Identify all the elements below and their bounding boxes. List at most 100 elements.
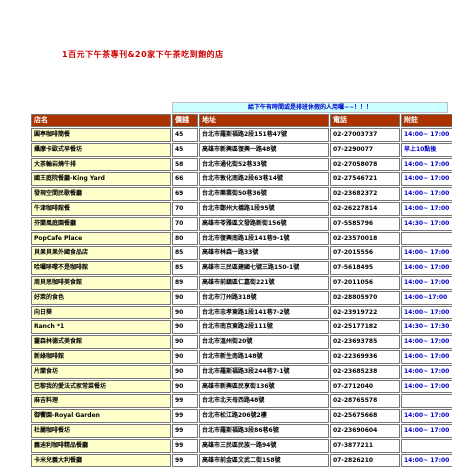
note-cell: 14:00~ 17:00 <box>401 128 452 142</box>
phone-cell: 02-27003737 <box>330 128 400 142</box>
note-cell: 14:00~ 17:00 <box>401 201 452 216</box>
shop-name-cell: 新綠咖啡館 <box>31 349 171 364</box>
table-row: 牛津咖啡館餐 70 台北市鄭州大橋路1段95號 02-26227814 14:00~ 1… <box>31 201 452 216</box>
shop-name-cell: 靈森林德式美食館 <box>31 335 171 349</box>
phone-cell: 07-2011056 <box>330 275 400 290</box>
phone-cell: 02-23919722 <box>330 305 400 320</box>
table-row: 巴黎我的愛法式家常菜餐坊 90 高雄市新興區民享街136號 07-2712040 14:… <box>31 379 452 394</box>
note-cell: 14:00~ 17:00 <box>401 305 452 320</box>
phone-cell: 07-5585796 <box>330 216 400 231</box>
note-cell <box>401 394 452 409</box>
shop-name-cell: 牛津咖啡館餐 <box>31 201 171 216</box>
header-address: 地址 <box>199 114 329 127</box>
header-name: 店名 <box>31 114 171 127</box>
price-cell: 85 <box>172 246 198 261</box>
address-cell: 高雄市前金區文武二街158號 <box>199 453 329 468</box>
price-cell: 70 <box>172 216 198 231</box>
note-cell: 14:00~ 17:00 <box>401 157 452 172</box>
table-row: 芬蘭風庭園餐廳 70 高雄市苓雅區文發路新街156號 07-5585796 14:30~… <box>31 216 452 231</box>
table-row: 發現空間民歌餐廳 69 台北市樂業街50巷36號 02-23682372 14:00~ … <box>31 187 452 201</box>
phone-cell: 07-2712040 <box>330 379 400 394</box>
shop-name-cell: 御饗園-Royal Garden <box>31 409 171 423</box>
price-cell: 90 <box>172 305 198 320</box>
shop-name-cell: 片蘭食坊 <box>31 364 171 379</box>
price-cell: 58 <box>172 157 198 172</box>
phone-cell: 02-23685238 <box>330 364 400 379</box>
price-cell: 89 <box>172 275 198 290</box>
note-cell: 14:00~ 17:00 <box>401 364 452 379</box>
phone-cell: 02-27058078 <box>330 157 400 172</box>
shop-name-cell: 杜麗咖啡餐坊 <box>31 423 171 438</box>
price-cell: 99 <box>172 453 198 468</box>
phone-cell: 02-23693785 <box>330 335 400 349</box>
phone-cell: 02-23690604 <box>330 423 400 438</box>
table-row: 哈囉哆嚟不是咖啡館 85 高雄市三民區建國七號三路150-1號 07-5618495 1… <box>31 261 452 275</box>
price-cell: 99 <box>172 409 198 423</box>
shop-name-cell: 貝果貝果外國食品店 <box>31 246 171 261</box>
shop-name-cell: 向日葵 <box>31 305 171 320</box>
price-cell: 80 <box>172 231 198 246</box>
shop-name-cell: 攝摩卡歐式早餐坊 <box>31 142 171 157</box>
phone-cell: 02-25177182 <box>330 320 400 335</box>
shop-name-cell: Ranch *1 <box>31 320 171 335</box>
shop-name-cell: 好萊的食色 <box>31 290 171 305</box>
price-cell: 90 <box>172 335 198 349</box>
price-cell: 99 <box>172 423 198 438</box>
price-cell: 90 <box>172 349 198 364</box>
phone-cell: 02-25675668 <box>330 409 400 423</box>
table-body: 圓亭咖啡簡餐 45 台北市羅斯福路2段151巷47號 02-27003737 14:00… <box>31 128 452 468</box>
shop-name-cell: 圓亭咖啡簡餐 <box>31 128 171 142</box>
address-cell: 台北市羅斯福路3段86巷6號 <box>199 423 329 438</box>
phone-cell: 02-27546721 <box>330 172 400 187</box>
note-cell: 14:00~17:00 <box>401 290 452 305</box>
price-cell: 69 <box>172 187 198 201</box>
address-cell: 台北市羅斯福路2段151巷47號 <box>199 128 329 142</box>
note-cell: 14:00~ 17:00 <box>401 275 452 290</box>
table-row: 好萊的食色 90 台北市汀州路318號 02-28805970 14:00~17:00 <box>31 290 452 305</box>
note-cell: 14:30~ 17:30 <box>401 320 452 335</box>
address-cell: 台北市忠孝東路1段141巷7-2號 <box>199 305 329 320</box>
note-cell: 14:00~ 17:00 <box>401 335 452 349</box>
address-cell: 高雄市三民區建國七號三路150-1號 <box>199 261 329 275</box>
address-cell: 高雄市前鎮區仁嘉街221號 <box>199 275 329 290</box>
note-cell <box>401 231 452 246</box>
shop-name-cell: 芬蘭風庭園餐廳 <box>31 216 171 231</box>
note-cell: 14:00~ 17:00 <box>401 409 452 423</box>
note-cell: 14:00~ 17:00 <box>401 453 452 468</box>
address-cell: 台北市樂業街50巷36號 <box>199 187 329 201</box>
address-cell: 高雄市新興區民享街136號 <box>199 379 329 394</box>
table-row: 卡米兒義大利餐廳 99 高雄市前金區文武二街158號 07-2826210 14:00~… <box>31 453 452 468</box>
note-cell: 14:00~ 17:00 <box>401 187 452 201</box>
note-cell <box>401 438 452 453</box>
table-row: Ranch *1 90 台北市南京東路2段111號 02-25177182 14:30~… <box>31 320 452 335</box>
note-cell: 14:00~ 17:00 <box>401 349 452 364</box>
note-cell: 14:30~ 17:00 <box>401 216 452 231</box>
header-note: 附註 <box>401 114 452 127</box>
price-cell: 70 <box>172 201 198 216</box>
table-row: 御饗園-Royal Garden 99 台北市松江路206號2樓 02-2567566… <box>31 409 452 423</box>
shop-name-cell: 發現空間民歌餐廳 <box>31 187 171 201</box>
table-row: 周貝思咖啡美食館 89 高雄市前鎮區仁嘉街221號 07-2011056 14:00~ … <box>31 275 452 290</box>
price-cell: 90 <box>172 364 198 379</box>
shop-name-cell: 周貝思咖啡美食館 <box>31 275 171 290</box>
price-cell: 85 <box>172 261 198 275</box>
shop-name-cell: 巴黎我的愛法式家常菜餐坊 <box>31 379 171 394</box>
price-cell: 66 <box>172 172 198 187</box>
shop-name-cell: 哈囉哆嚟不是咖啡館 <box>31 261 171 275</box>
table-row: 貝果貝果外國食品店 85 高雄市林森一路33號 07-2015556 14:00~ 17… <box>31 246 452 261</box>
phone-cell: 02-26227814 <box>330 201 400 216</box>
price-cell: 90 <box>172 379 198 394</box>
shop-name-cell: 國王庭院餐廳-King Yard <box>31 172 171 187</box>
address-cell: 台北市新生南路148號 <box>199 349 329 364</box>
phone-cell: 07-2290077 <box>330 142 400 157</box>
price-cell: 99 <box>172 438 198 453</box>
phone-cell: 02-22369936 <box>330 349 400 364</box>
note-cell: 14:00~ 17:00 <box>401 379 452 394</box>
table-row: 片蘭食坊 90 台北市羅斯福路3段244巷7-1號 02-23685238 14:00~… <box>31 364 452 379</box>
shop-table: 店名 價錢 地址 電話 附註 圓亭咖啡簡餐 45 台北市羅斯福路2段151巷47號 0… <box>30 113 452 468</box>
address-cell: 台北市通化街52巷33號 <box>199 157 329 172</box>
header-price: 價錢 <box>172 114 198 127</box>
shop-name-cell: 麻吉料理 <box>31 394 171 409</box>
address-cell: 台北市北天母西路48號 <box>199 394 329 409</box>
page-title: 1百元下午茶專刊&20家下午茶吃到飽的店 <box>62 50 224 59</box>
